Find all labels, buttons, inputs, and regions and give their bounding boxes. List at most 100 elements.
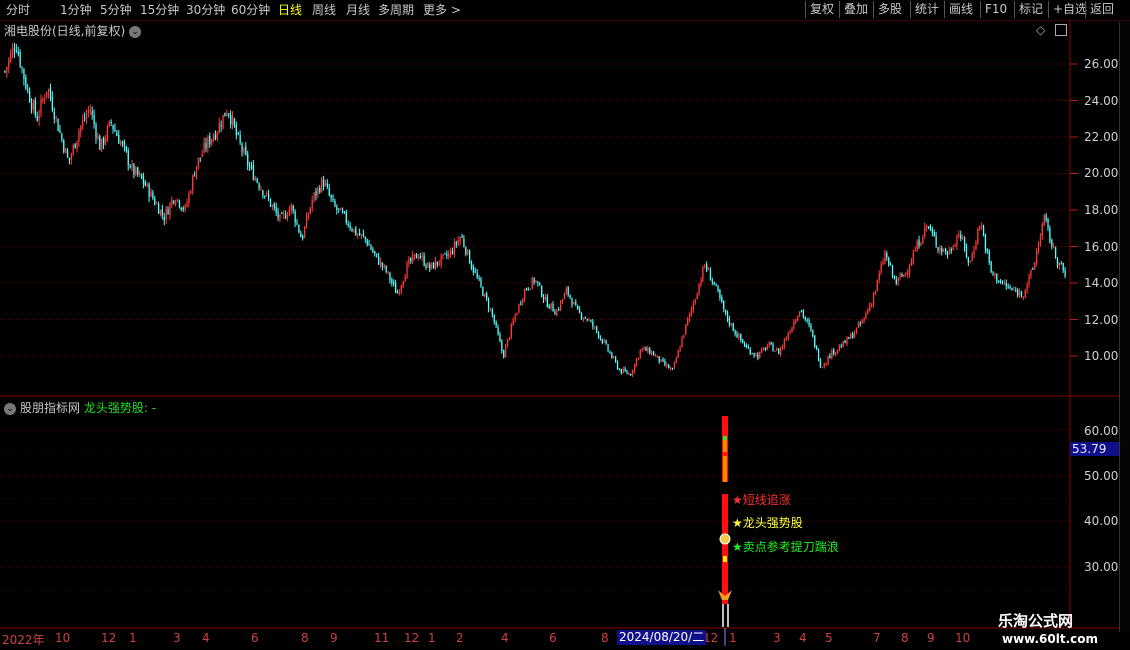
candle-body — [943, 249, 945, 251]
candle-body — [662, 359, 664, 362]
chevron-down-icon[interactable]: ⌄ — [4, 402, 16, 415]
candle-body — [889, 264, 892, 266]
price-tick: 14.00 — [1084, 276, 1119, 290]
candle-body — [781, 345, 784, 349]
candle-body — [916, 241, 918, 252]
candle-body — [264, 195, 266, 197]
candle-body — [85, 114, 88, 119]
candle-body — [734, 330, 736, 334]
candle-body — [977, 228, 979, 244]
candle-body — [47, 89, 50, 92]
candle-body — [1037, 243, 1040, 252]
candle-body — [294, 211, 296, 223]
candle-body — [914, 250, 916, 252]
candle-body — [508, 337, 511, 340]
candle-body — [476, 272, 478, 278]
candle-body — [281, 212, 283, 214]
candle-body — [36, 116, 38, 121]
candle-body — [787, 333, 789, 339]
candle-body — [607, 344, 609, 351]
candle-body — [303, 226, 306, 238]
candle-body — [68, 157, 71, 161]
candle-body — [685, 324, 687, 335]
candle-body — [882, 262, 884, 265]
candle-body — [984, 234, 987, 250]
candle-body — [912, 252, 915, 263]
candle-body — [101, 138, 103, 150]
candle-body — [946, 252, 949, 256]
candle-body — [605, 340, 607, 344]
candle-body — [844, 340, 846, 344]
candle-body — [95, 124, 97, 138]
candle-body — [269, 198, 272, 207]
candle-body — [876, 279, 879, 291]
candle-body — [332, 198, 334, 201]
candle-body — [211, 139, 213, 144]
candle-body — [421, 255, 423, 258]
candle-body — [956, 236, 958, 246]
signal-segment-orange — [723, 438, 727, 452]
candle-body — [364, 236, 366, 239]
signal-yellow-marker — [723, 556, 727, 562]
candle-body — [764, 347, 767, 351]
candle-body — [933, 232, 935, 237]
candle-body — [1018, 291, 1021, 296]
candle-body — [751, 353, 753, 355]
candle-body — [197, 157, 200, 167]
candle-body — [65, 148, 67, 154]
candle-body — [167, 209, 169, 215]
candle-body — [967, 257, 970, 263]
candle-body — [343, 211, 346, 213]
candle-body — [453, 242, 456, 255]
candle-body — [669, 367, 672, 369]
candle-body — [4, 71, 6, 73]
candle-body — [675, 358, 677, 363]
candle-body — [376, 253, 378, 256]
candle-body — [554, 312, 556, 315]
indicator-title[interactable]: ⌄ 股朋指标网 龙头强势股: - — [4, 399, 156, 416]
candle-body — [542, 297, 545, 300]
candle-body — [848, 337, 850, 340]
right-info-strip[interactable] — [1119, 22, 1130, 632]
candle-body — [207, 137, 209, 149]
candle-body — [871, 303, 873, 305]
time-tick: 8 — [601, 631, 609, 645]
candle-body — [582, 318, 585, 320]
candle-body — [298, 224, 300, 233]
candle-body — [59, 129, 61, 133]
candle-body — [133, 163, 135, 175]
candle-body — [601, 338, 604, 343]
candle-body — [436, 261, 439, 265]
candle-body — [937, 247, 939, 250]
candle-body — [996, 273, 998, 282]
candle-body — [558, 309, 560, 311]
candle-body — [486, 293, 488, 300]
candle-body — [660, 359, 662, 363]
candle-body — [446, 254, 448, 257]
candle-body — [965, 246, 968, 258]
candle-body — [326, 183, 329, 187]
candle-body — [493, 315, 495, 323]
candle-body — [374, 251, 376, 254]
kline-chart[interactable] — [0, 0, 1130, 650]
candle-body — [205, 143, 207, 148]
candle-body — [772, 344, 774, 352]
candle-body — [250, 165, 253, 167]
price-tick: 12.00 — [1084, 313, 1119, 327]
candle-body — [817, 349, 820, 361]
candle-body — [770, 342, 772, 344]
candle-body — [13, 49, 16, 51]
candle-body — [713, 281, 715, 284]
signal-green-marker — [723, 436, 727, 440]
candle-body — [203, 142, 205, 153]
candle-body — [241, 143, 243, 152]
candle-body — [709, 270, 712, 281]
candle-body — [463, 238, 465, 247]
candle-body — [973, 249, 975, 255]
candle-body — [681, 337, 683, 348]
candle-body — [836, 349, 839, 353]
candle-body — [186, 202, 188, 207]
candle-body — [83, 118, 86, 120]
candle-body — [417, 257, 420, 259]
candle-body — [46, 91, 48, 97]
